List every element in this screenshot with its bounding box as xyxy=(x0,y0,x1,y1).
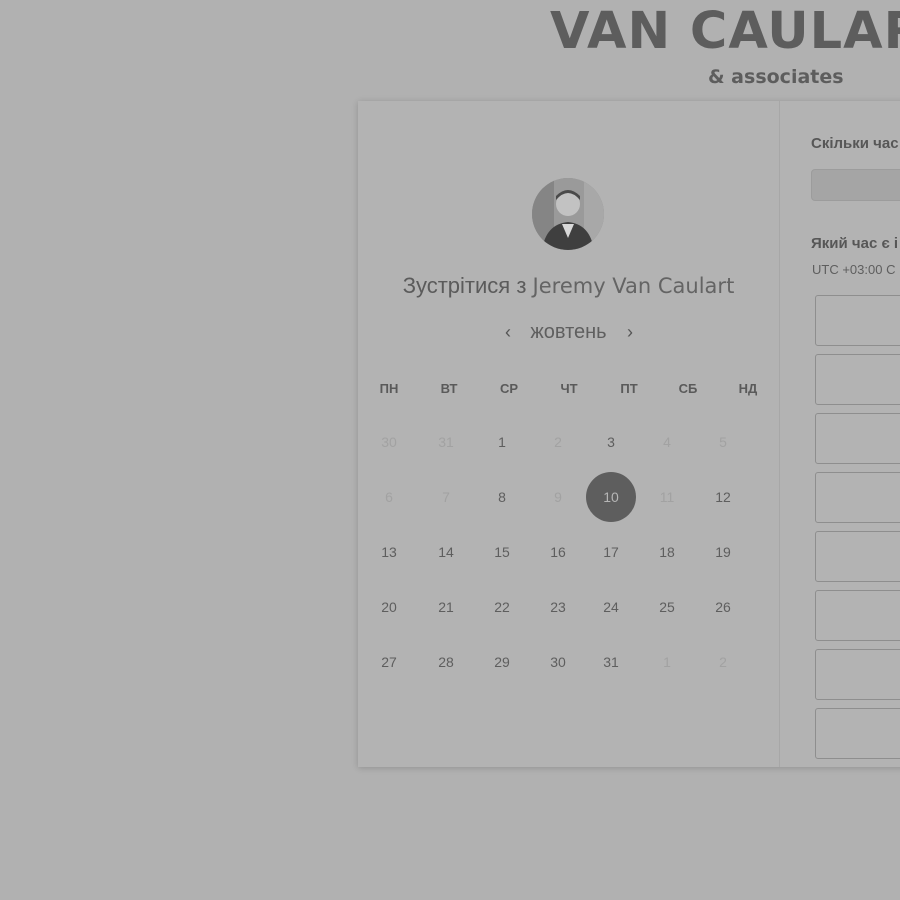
meeting-title: Зустрітися з Jeremy Van Caulart xyxy=(358,273,779,299)
weekday-label: ВТ xyxy=(440,381,458,396)
weekday-label: НД xyxy=(738,381,758,396)
calendar-day[interactable]: 8 xyxy=(477,472,527,522)
calendar-day[interactable]: 27 xyxy=(364,637,414,687)
calendar-day[interactable]: 16 xyxy=(533,527,583,577)
calendar-day[interactable]: 21 xyxy=(421,582,471,632)
duration-select[interactable] xyxy=(811,169,900,201)
time-label: Який час є і xyxy=(811,235,899,252)
calendar-day: 7 xyxy=(442,489,450,505)
calendar-day[interactable]: 31 xyxy=(586,637,636,687)
time-slot[interactable] xyxy=(815,354,900,405)
time-slot[interactable] xyxy=(815,649,900,700)
calendar-pane: Зустрітися з Jeremy Van Caulart ‹ жовтен… xyxy=(358,101,779,767)
calendar-day: 30 xyxy=(381,434,397,450)
time-slot[interactable] xyxy=(815,295,900,346)
time-slot[interactable] xyxy=(815,531,900,582)
avatar xyxy=(532,178,604,250)
calendar-day[interactable]: 30 xyxy=(533,637,583,687)
booking-widget: Зустрітися з Jeremy Van Caulart ‹ жовтен… xyxy=(358,101,900,767)
duration-label: Скільки час xyxy=(811,135,899,152)
brand-logo: VAN CAULART & associates xyxy=(548,0,900,100)
calendar-day[interactable]: 23 xyxy=(533,582,583,632)
calendar-day: 31 xyxy=(438,434,454,450)
brand-name: VAN CAULART xyxy=(550,2,900,61)
calendar-day[interactable]: 3 xyxy=(586,417,636,467)
calendar-day[interactable]: 24 xyxy=(586,582,636,632)
time-slot[interactable] xyxy=(815,472,900,523)
calendar-day[interactable]: 29 xyxy=(477,637,527,687)
chevron-right-icon[interactable]: › xyxy=(620,319,640,345)
calendar-day: 6 xyxy=(385,489,393,505)
calendar-day[interactable]: 26 xyxy=(698,582,748,632)
calendar-day[interactable]: 28 xyxy=(421,637,471,687)
time-pane: Скільки час Який час є і UTC +03:00 C xyxy=(780,101,900,767)
month-navigation: ‹ жовтень › xyxy=(358,319,779,349)
weekday-label: ЧТ xyxy=(560,381,578,396)
calendar-day[interactable]: 14 xyxy=(421,527,471,577)
calendar-day[interactable]: 22 xyxy=(477,582,527,632)
weekday-label: ПН xyxy=(379,381,399,396)
calendar-day: 11 xyxy=(659,489,675,505)
weekday-label: ПТ xyxy=(620,381,638,396)
weekday-label: СБ xyxy=(678,381,698,396)
weekday-label: СР xyxy=(499,381,519,396)
timezone-label: UTC +03:00 C xyxy=(812,262,896,277)
month-label: жовтень xyxy=(530,321,607,343)
calendar-day[interactable]: 12 xyxy=(698,472,748,522)
calendar-day[interactable]: 19 xyxy=(698,527,748,577)
calendar-day[interactable]: 15 xyxy=(477,527,527,577)
host-name: Jeremy Van Caulart xyxy=(532,274,735,298)
calendar-day: 5 xyxy=(719,434,727,450)
brand-tagline: & associates xyxy=(708,66,844,88)
time-slot[interactable] xyxy=(815,590,900,641)
calendar-day-selected[interactable]: 10 xyxy=(586,472,636,522)
calendar-day: 1 xyxy=(663,654,671,670)
calendar-day: 9 xyxy=(554,489,562,505)
calendar-day[interactable]: 20 xyxy=(364,582,414,632)
calendar-day: 2 xyxy=(719,654,727,670)
calendar-day[interactable]: 18 xyxy=(642,527,692,577)
time-slot[interactable] xyxy=(815,413,900,464)
calendar-day[interactable]: 17 xyxy=(586,527,636,577)
calendar-day[interactable]: 1 xyxy=(477,417,527,467)
calendar-day: 4 xyxy=(663,434,671,450)
time-slot[interactable] xyxy=(815,708,900,759)
person-photo-icon xyxy=(532,178,604,250)
calendar-day[interactable]: 25 xyxy=(642,582,692,632)
calendar-day[interactable]: 13 xyxy=(364,527,414,577)
calendar-day: 2 xyxy=(554,434,562,450)
meeting-prefix: Зустрітися з xyxy=(402,273,527,298)
